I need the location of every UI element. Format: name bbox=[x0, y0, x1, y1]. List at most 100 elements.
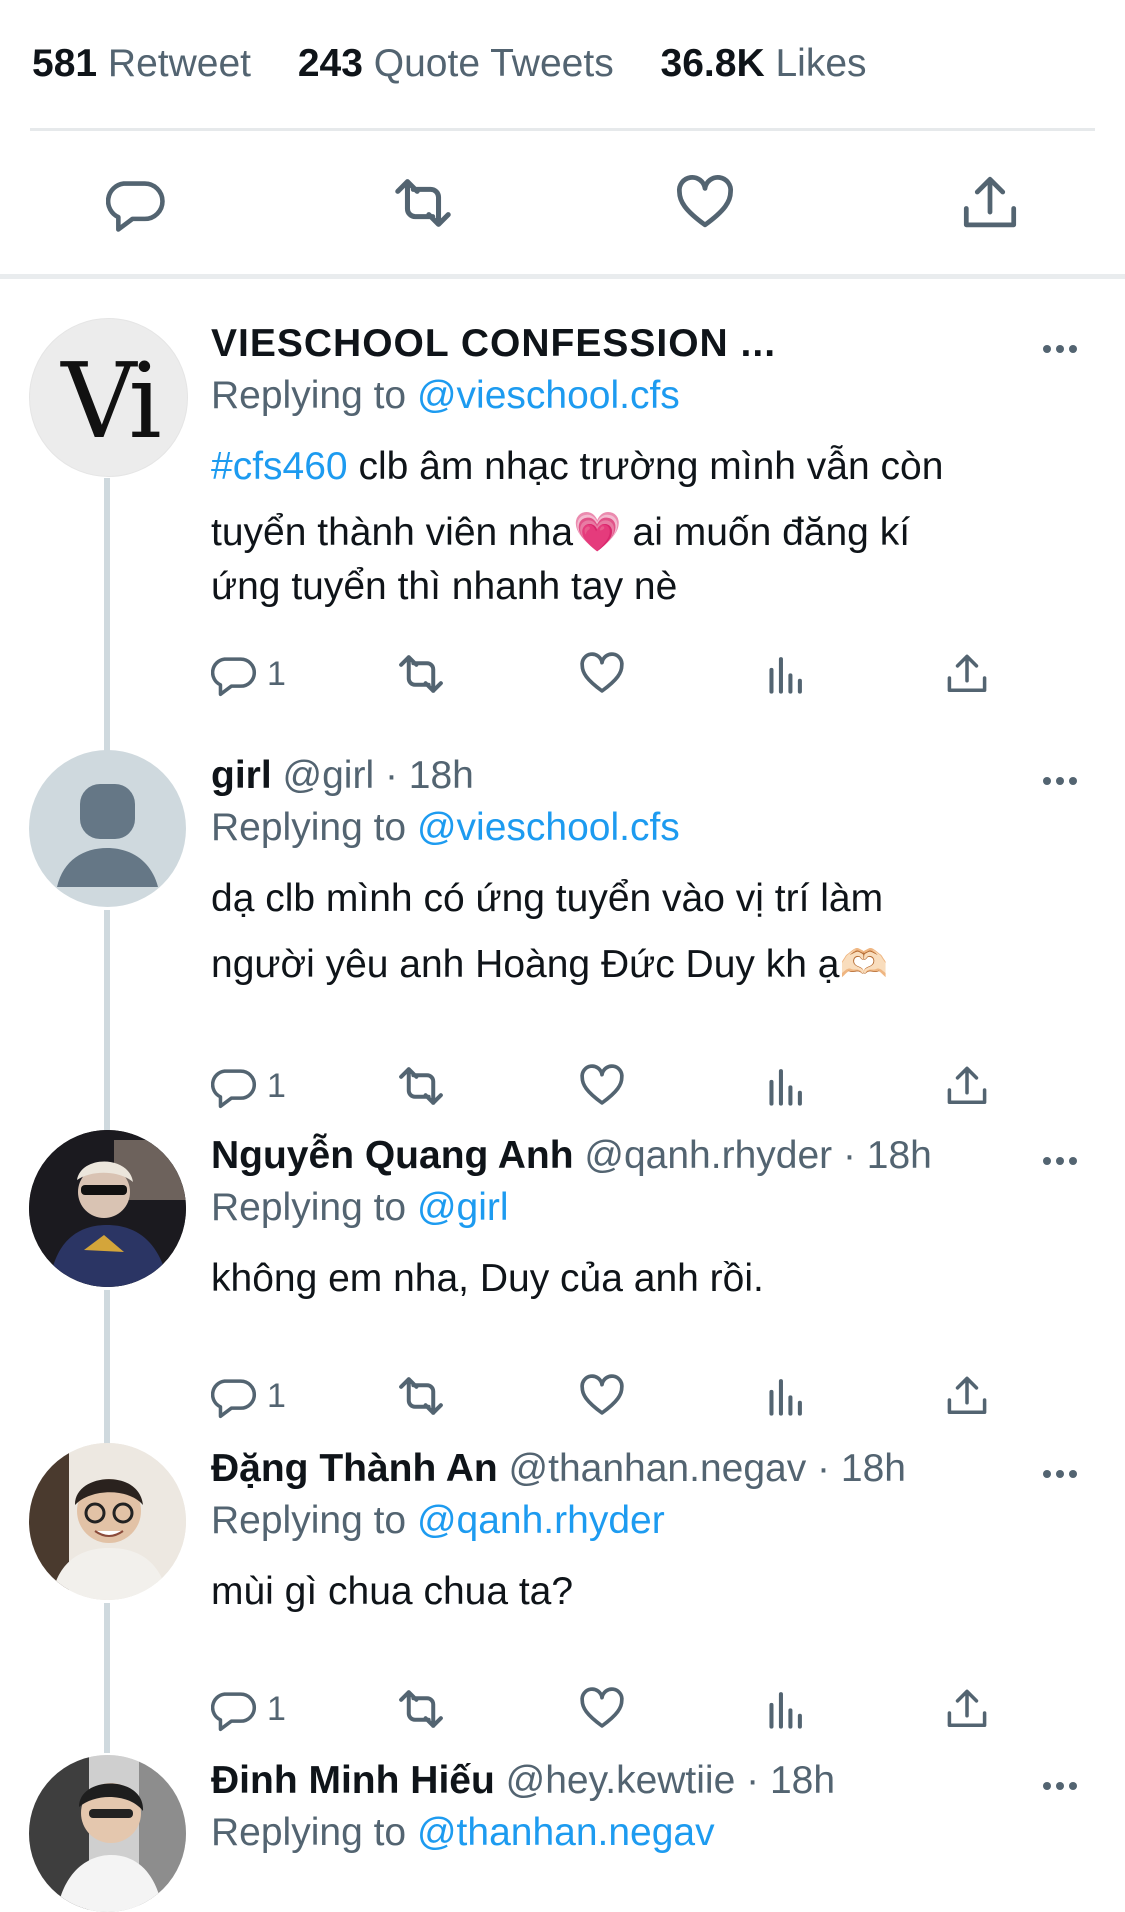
replying-to: Replying to @vieschool.cfs bbox=[211, 374, 680, 417]
retweet-icon bbox=[399, 655, 443, 693]
like-button[interactable] bbox=[578, 1366, 626, 1426]
replying-to: Replying to @thanhan.negav bbox=[211, 1811, 715, 1854]
section-divider bbox=[0, 274, 1125, 279]
replying-to-link[interactable]: @qanh.rhyder bbox=[417, 1499, 665, 1542]
like-icon bbox=[674, 172, 736, 234]
handle[interactable]: @thanhan.negav bbox=[509, 1447, 807, 1490]
reply-tweet[interactable]: Vi VIESCHOOL CONFESSION ... Replying to … bbox=[0, 318, 1125, 758]
replying-to-link[interactable]: @vieschool.cfs bbox=[417, 374, 680, 417]
retweets-label: Retweet bbox=[107, 42, 251, 85]
like-icon bbox=[580, 1374, 624, 1415]
retweet-icon bbox=[390, 170, 456, 236]
share-icon bbox=[947, 1376, 987, 1414]
quotes-count: 243 bbox=[297, 42, 363, 85]
reply-tweet[interactable]: girl @girl · 18h Replying to @vieschool.… bbox=[0, 746, 1125, 1136]
handle[interactable]: @girl bbox=[283, 754, 375, 797]
avatar[interactable] bbox=[29, 750, 186, 907]
reply-icon bbox=[106, 173, 166, 233]
reply-tweet[interactable]: Đặng Thành An @thanhan.negav · 18h Reply… bbox=[0, 1443, 1125, 1753]
like-button[interactable] bbox=[578, 1679, 626, 1739]
analytics-icon bbox=[762, 1063, 808, 1109]
retweet-button[interactable] bbox=[387, 160, 459, 246]
reply-icon bbox=[211, 657, 257, 697]
share-button[interactable] bbox=[944, 1056, 990, 1116]
retweet-icon bbox=[399, 1067, 443, 1105]
replying-to: Replying to @qanh.rhyder bbox=[211, 1499, 665, 1542]
timestamp[interactable]: 18h bbox=[770, 1759, 835, 1802]
likes-label: Likes bbox=[775, 42, 867, 85]
hashtag-link[interactable]: #cfs460 bbox=[211, 445, 348, 488]
like-button[interactable] bbox=[669, 160, 741, 246]
main-action-bar bbox=[0, 160, 1125, 246]
handle[interactable]: @hey.kewtiie bbox=[506, 1759, 736, 1802]
tweet-text: không em nha, Duy của anh rồi. bbox=[211, 1257, 764, 1300]
profile-photo bbox=[29, 1130, 186, 1287]
analytics-button[interactable] bbox=[762, 1366, 808, 1426]
avatar[interactable] bbox=[29, 1130, 186, 1287]
profile-photo bbox=[29, 1443, 186, 1600]
quotes-stat[interactable]: 243 Quote Tweets bbox=[298, 42, 614, 85]
reply-count: 1 bbox=[267, 1066, 286, 1105]
reply-button[interactable]: 1 bbox=[211, 1366, 286, 1426]
reply-count: 1 bbox=[267, 1689, 286, 1728]
analytics-button[interactable] bbox=[762, 1679, 808, 1739]
share-icon bbox=[947, 1066, 987, 1104]
reply-icon bbox=[211, 1379, 257, 1419]
reply-button[interactable] bbox=[100, 160, 172, 246]
retweet-icon bbox=[399, 1377, 443, 1415]
reply-tweet[interactable]: Nguyễn Quang Anh @qanh.rhyder · 18h Repl… bbox=[0, 1130, 1125, 1446]
replying-to-link[interactable]: @girl bbox=[417, 1186, 509, 1229]
reply-icon bbox=[211, 1692, 257, 1732]
retweets-count: 581 bbox=[32, 42, 98, 85]
likes-count: 36.8K bbox=[660, 42, 765, 85]
analytics-button[interactable] bbox=[762, 644, 808, 704]
reply-count: 1 bbox=[267, 654, 286, 693]
analytics-icon bbox=[762, 651, 808, 697]
display-name[interactable]: Đặng Thành An bbox=[211, 1447, 498, 1490]
display-name[interactable]: girl bbox=[211, 754, 272, 797]
like-icon bbox=[580, 652, 624, 693]
share-button[interactable] bbox=[944, 1366, 990, 1426]
display-name[interactable]: VIESCHOOL CONFESSION ... bbox=[211, 322, 776, 365]
retweet-button[interactable] bbox=[395, 1056, 447, 1116]
retweets-stat[interactable]: 581 Retweet bbox=[32, 42, 251, 85]
retweet-button[interactable] bbox=[395, 1679, 447, 1739]
display-name[interactable]: Nguyễn Quang Anh bbox=[211, 1134, 574, 1177]
like-icon bbox=[580, 1064, 624, 1105]
avatar[interactable]: Vi bbox=[29, 318, 188, 477]
share-icon bbox=[947, 654, 987, 692]
share-button[interactable] bbox=[954, 160, 1026, 246]
timestamp[interactable]: 18h bbox=[409, 754, 474, 797]
retweet-button[interactable] bbox=[395, 1366, 447, 1426]
display-name[interactable]: Đinh Minh Hiếu bbox=[211, 1759, 495, 1802]
reply-button[interactable]: 1 bbox=[211, 644, 286, 704]
reply-button[interactable]: 1 bbox=[211, 1056, 286, 1116]
avatar[interactable] bbox=[29, 1755, 186, 1912]
share-button[interactable] bbox=[944, 644, 990, 704]
share-button[interactable] bbox=[944, 1679, 990, 1739]
like-button[interactable] bbox=[578, 1056, 626, 1116]
share-icon bbox=[959, 172, 1021, 234]
timestamp[interactable]: 18h bbox=[841, 1447, 906, 1490]
like-icon bbox=[580, 1687, 624, 1728]
reply-tweet[interactable]: Đinh Minh Hiếu @hey.kewtiie · 18h Replyi… bbox=[0, 1755, 1125, 1912]
replying-to-link[interactable]: @vieschool.cfs bbox=[417, 806, 680, 849]
share-icon bbox=[947, 1689, 987, 1727]
reply-button[interactable]: 1 bbox=[211, 1679, 286, 1739]
analytics-button[interactable] bbox=[762, 1056, 808, 1116]
profile-photo bbox=[29, 1755, 186, 1912]
reply-icon bbox=[211, 1069, 257, 1109]
replying-to-link[interactable]: @thanhan.negav bbox=[417, 1811, 715, 1854]
retweet-icon bbox=[399, 1690, 443, 1728]
retweet-button[interactable] bbox=[395, 644, 447, 704]
tweet-text: dạ clb mình có ứng tuyển vào vị trí làm … bbox=[211, 877, 889, 986]
avatar[interactable] bbox=[29, 1443, 186, 1600]
reply-count: 1 bbox=[267, 1376, 286, 1415]
timestamp[interactable]: 18h bbox=[867, 1134, 932, 1177]
default-avatar-icon bbox=[57, 784, 158, 887]
likes-stat[interactable]: 36.8K Likes bbox=[661, 42, 867, 85]
tweet-text: mùi gì chua chua ta? bbox=[211, 1570, 574, 1613]
handle[interactable]: @qanh.rhyder bbox=[584, 1134, 832, 1177]
like-button[interactable] bbox=[578, 644, 626, 704]
analytics-icon bbox=[762, 1373, 808, 1419]
